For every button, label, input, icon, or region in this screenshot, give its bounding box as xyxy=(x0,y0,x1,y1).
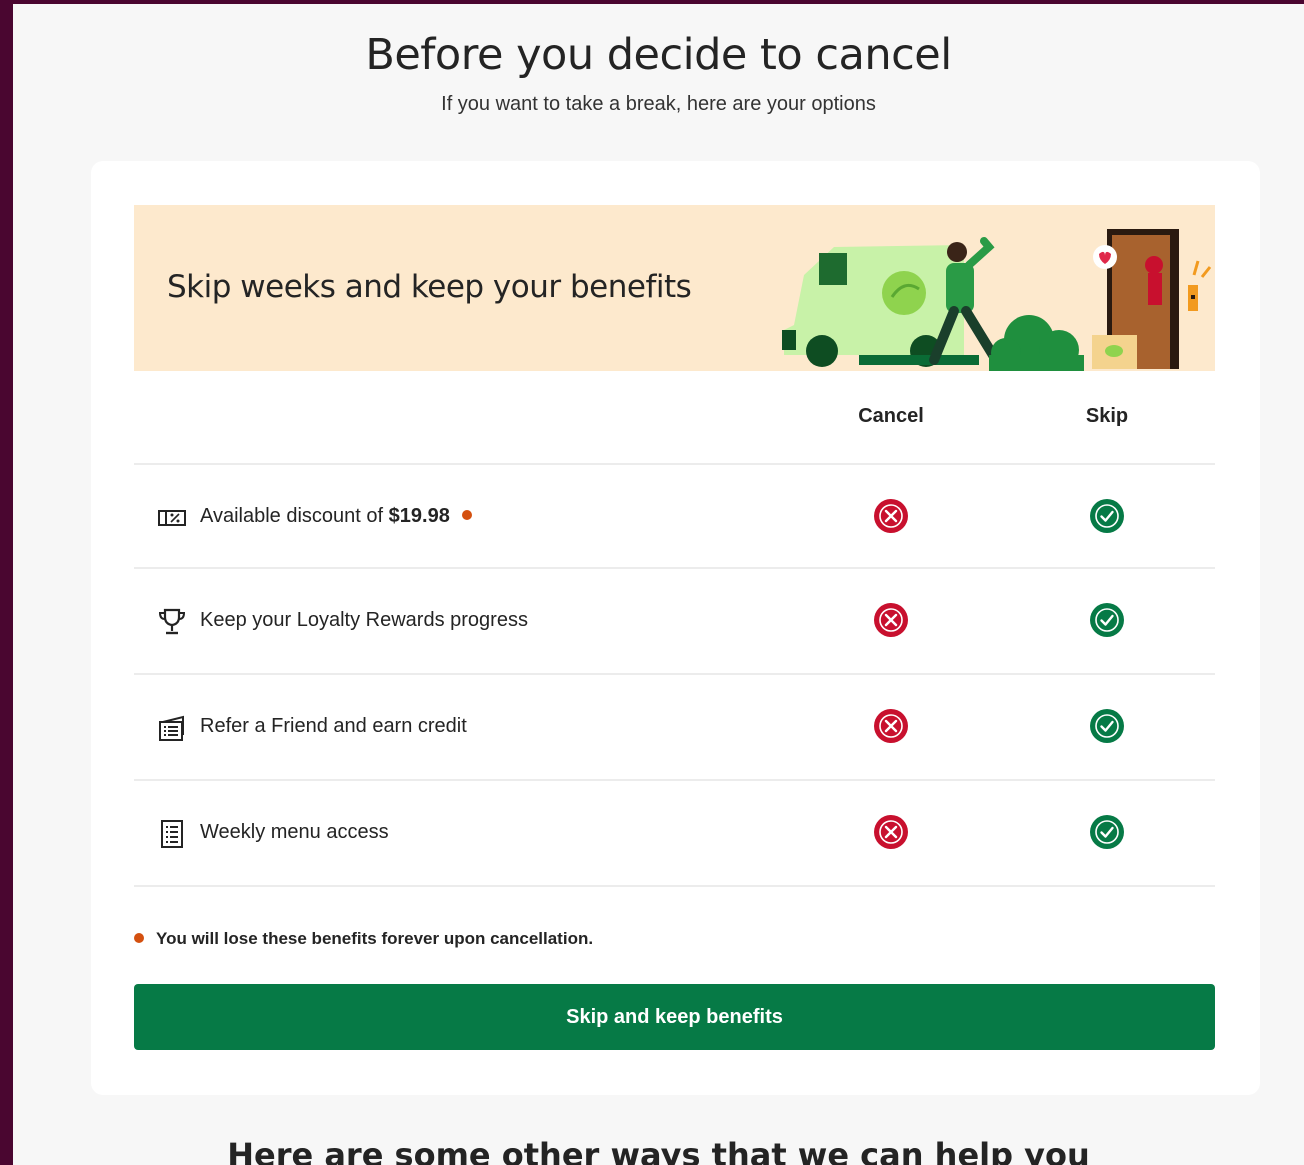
check-circle-icon xyxy=(1090,603,1124,637)
check-circle-icon xyxy=(1090,499,1124,533)
benefits-banner: Skip weeks and keep your benefits xyxy=(134,205,1215,371)
x-circle-icon xyxy=(874,709,908,743)
benefit-label: Keep your Loyalty Rewards progress xyxy=(200,609,528,631)
page-title: Before you decide to cancel xyxy=(365,30,952,80)
check-circle-icon xyxy=(1090,815,1124,849)
x-circle-icon xyxy=(874,603,908,637)
column-header-skip: Skip xyxy=(1085,405,1129,427)
benefit-label: Available discount of $19.98 xyxy=(200,505,472,528)
warning-dot xyxy=(134,932,144,943)
x-circle-icon xyxy=(874,499,908,533)
benefit-label: Weekly menu access xyxy=(200,821,389,843)
page-subtitle: If you want to take a break, here are yo… xyxy=(441,93,876,115)
gift-card-icon xyxy=(159,715,184,741)
cancellation-warning: You will lose these benefits forever upo… xyxy=(134,929,593,949)
benefit-label: Refer a Friend and earn credit xyxy=(200,715,467,737)
ticket-discount-icon xyxy=(158,510,186,526)
table-row: Refer a Friend and earn credit xyxy=(134,675,1215,781)
skip-and-keep-benefits-button[interactable]: Skip and keep benefits xyxy=(134,984,1215,1050)
benefits-table: Available discount of $19.98 Keep your L… xyxy=(134,463,1215,887)
check-circle-icon xyxy=(1090,709,1124,743)
benefits-card: Skip weeks and keep your benefits Cancel… xyxy=(91,161,1260,1095)
trophy-icon xyxy=(158,608,186,635)
column-header-cancel: Cancel xyxy=(858,405,924,427)
x-circle-icon xyxy=(874,815,908,849)
table-row: Available discount of $19.98 xyxy=(134,463,1215,569)
delivery-illustration xyxy=(782,229,1212,371)
table-row: Keep your Loyalty Rewards progress xyxy=(134,569,1215,675)
banner-title: Skip weeks and keep your benefits xyxy=(167,269,692,305)
table-row: Weekly menu access xyxy=(134,781,1215,887)
warning-dot xyxy=(461,509,472,520)
page: Before you decide to cancel If you want … xyxy=(13,4,1304,1165)
other-help-heading: Here are some other ways that we can hel… xyxy=(227,1136,1090,1165)
discount-amount: $19.98 xyxy=(388,505,450,527)
menu-list-icon xyxy=(161,820,183,848)
